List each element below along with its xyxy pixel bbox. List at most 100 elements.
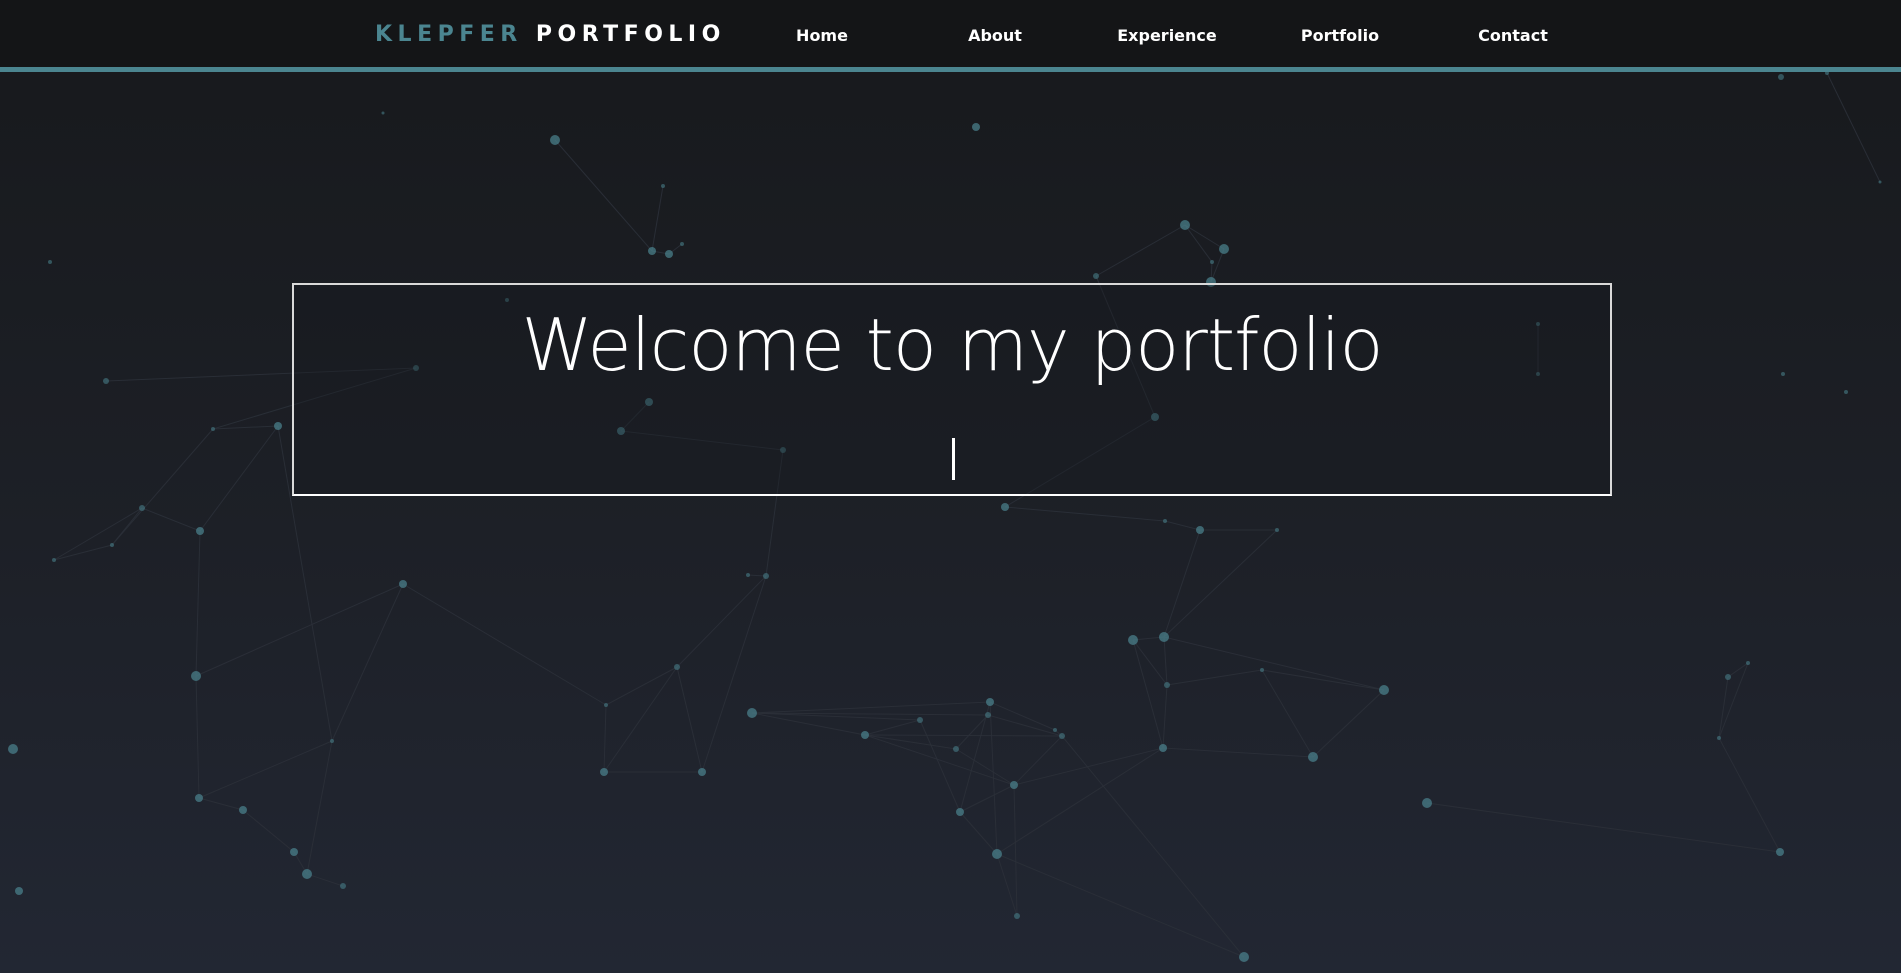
- nav-about-link[interactable]: About: [968, 26, 1022, 45]
- network-link: [751, 701, 991, 714]
- network-link: [919, 719, 961, 813]
- network-particle: [763, 573, 769, 579]
- network-link: [1163, 636, 1168, 686]
- network-particle: [110, 543, 114, 547]
- network-particle: [239, 806, 247, 814]
- network-link: [1095, 224, 1186, 277]
- network-link: [864, 734, 957, 750]
- network-particle: [648, 247, 656, 255]
- network-particle: [1180, 220, 1190, 230]
- network-link: [996, 747, 1164, 855]
- network-particle: [1844, 390, 1848, 394]
- network-link: [676, 666, 703, 773]
- network-link: [651, 185, 664, 252]
- network-particle: [917, 717, 923, 723]
- network-particle: [1778, 74, 1784, 80]
- brand-logo[interactable]: KLEPFER PORTFOLIO: [375, 22, 726, 47]
- nav-home-link[interactable]: Home: [796, 26, 848, 45]
- network-link: [1261, 669, 1314, 758]
- network-link: [198, 740, 333, 799]
- network-particle: [550, 135, 560, 145]
- network-link: [1013, 747, 1164, 786]
- network-particle: [1128, 635, 1138, 645]
- network-particle: [1163, 519, 1167, 523]
- network-link: [864, 734, 1063, 737]
- network-link: [959, 784, 1015, 813]
- network-link: [989, 701, 1056, 731]
- network-link: [959, 701, 991, 813]
- network-particle: [139, 505, 145, 511]
- network-particle: [103, 378, 109, 384]
- network-particle: [665, 250, 673, 258]
- network-particle: [1260, 668, 1264, 672]
- nav-portfolio-link[interactable]: Portfolio: [1301, 26, 1379, 45]
- network-link: [198, 797, 244, 811]
- network-link: [1718, 737, 1781, 853]
- network-particle: [680, 242, 684, 246]
- network-particle: [1014, 913, 1020, 919]
- network-link: [1261, 669, 1385, 691]
- network-particle: [15, 887, 23, 895]
- network-link: [959, 811, 998, 855]
- nav-experience-link[interactable]: Experience: [1117, 26, 1217, 45]
- network-particle: [986, 698, 994, 706]
- top-navbar: KLEPFER PORTFOLIO Home About Experience …: [0, 0, 1901, 72]
- network-link: [1132, 639, 1164, 749]
- network-particle: [1159, 632, 1169, 642]
- network-link: [1312, 689, 1385, 758]
- network-link: [605, 666, 678, 706]
- network-link: [306, 873, 344, 887]
- network-particle: [302, 869, 312, 879]
- network-particle: [1781, 372, 1785, 376]
- network-particle: [1093, 273, 1099, 279]
- network-link: [989, 701, 998, 855]
- network-particle: [698, 768, 706, 776]
- network-particle: [1219, 244, 1229, 254]
- network-link: [1718, 662, 1749, 739]
- brand-first-word: KLEPFER: [375, 22, 523, 47]
- network-particle: [600, 768, 608, 776]
- network-link: [955, 748, 1015, 786]
- network-particle: [211, 427, 215, 431]
- network-particle: [1308, 752, 1318, 762]
- network-link: [195, 583, 404, 677]
- network-particle: [1053, 728, 1057, 732]
- network-link: [111, 507, 143, 546]
- network-particle: [1210, 260, 1214, 264]
- network-particle: [861, 731, 869, 739]
- network-link: [1013, 735, 1063, 786]
- nav-contact-link[interactable]: Contact: [1478, 26, 1548, 45]
- network-particle: [661, 184, 665, 188]
- network-link: [1004, 506, 1166, 522]
- network-particle: [274, 422, 282, 430]
- network-particle: [1059, 733, 1065, 739]
- network-particle: [1776, 848, 1784, 856]
- network-link: [1184, 224, 1213, 263]
- network-link: [242, 809, 295, 853]
- network-particle: [330, 739, 334, 743]
- network-link: [195, 530, 201, 677]
- network-particle: [399, 580, 407, 588]
- network-link: [331, 583, 404, 742]
- network-link: [141, 507, 201, 532]
- network-particle: [747, 708, 757, 718]
- network-link: [1163, 529, 1201, 638]
- network-link: [402, 583, 607, 706]
- network-link: [996, 853, 1245, 958]
- network-link: [1826, 72, 1881, 183]
- page: KLEPFER PORTFOLIO Home About Experience …: [0, 0, 1901, 973]
- brand-second-word: PORTFOLIO: [535, 22, 726, 47]
- network-particle: [1196, 526, 1204, 534]
- network-link: [199, 425, 279, 532]
- network-link: [676, 575, 767, 668]
- network-particle: [1717, 736, 1721, 740]
- network-particle: [674, 664, 680, 670]
- network-particle: [1001, 503, 1009, 511]
- network-particle: [953, 746, 959, 752]
- network-link: [1162, 747, 1314, 758]
- typing-cursor: [952, 438, 955, 480]
- network-particle: [1239, 952, 1249, 962]
- network-link: [603, 666, 678, 773]
- network-link: [53, 544, 113, 561]
- network-link: [306, 740, 333, 875]
